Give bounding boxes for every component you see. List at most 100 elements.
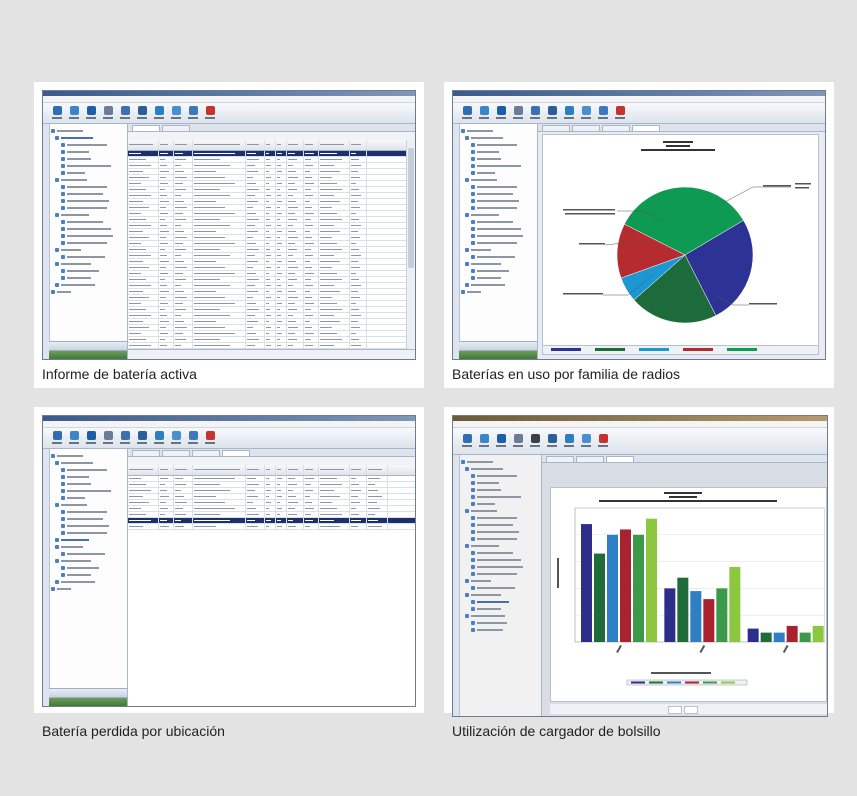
- grid-header-cell[interactable]: [304, 140, 319, 150]
- tree-node[interactable]: [51, 253, 125, 260]
- toolbar-button[interactable]: [119, 431, 131, 445]
- document-tab[interactable]: [192, 450, 220, 456]
- tree-node[interactable]: [461, 274, 535, 281]
- grid-header-cell[interactable]: [276, 140, 287, 150]
- toolbar-button[interactable]: [136, 431, 148, 445]
- tree-node[interactable]: [51, 239, 125, 246]
- toolbar-button[interactable]: [512, 434, 524, 448]
- tree-node[interactable]: [51, 522, 125, 529]
- tree-node[interactable]: [51, 564, 125, 571]
- tree-node[interactable]: [461, 197, 535, 204]
- page-nav-button[interactable]: [684, 706, 698, 714]
- tree-node[interactable]: [51, 288, 125, 295]
- grid-header-cell[interactable]: [174, 465, 193, 475]
- toolbar-button[interactable]: [170, 106, 182, 120]
- toolbar-button[interactable]: [85, 106, 97, 120]
- tree-node[interactable]: [51, 494, 125, 501]
- tree-node[interactable]: [51, 211, 125, 218]
- tree-node[interactable]: [461, 127, 535, 134]
- tree-node[interactable]: [461, 218, 535, 225]
- tree-node[interactable]: [461, 528, 539, 535]
- tree-node[interactable]: [51, 162, 125, 169]
- grid-header-cell[interactable]: [319, 140, 350, 150]
- tree-node[interactable]: [51, 232, 125, 239]
- tree-node[interactable]: [461, 493, 539, 500]
- toolbar-button[interactable]: [478, 106, 490, 120]
- grid-header-cell[interactable]: [287, 140, 304, 150]
- tree-node[interactable]: [461, 253, 535, 260]
- tree-node[interactable]: [51, 480, 125, 487]
- tree-node[interactable]: [51, 190, 125, 197]
- sidebar-vertical-tab[interactable]: [453, 455, 460, 716]
- tree-node[interactable]: [51, 218, 125, 225]
- grid-header-cell[interactable]: [246, 465, 265, 475]
- tree-node[interactable]: [51, 508, 125, 515]
- tree-node[interactable]: [461, 148, 535, 155]
- toolbar-button[interactable]: [580, 434, 592, 448]
- toolbar-button[interactable]: [119, 106, 131, 120]
- sidebar-nav-button[interactable]: [49, 697, 127, 706]
- tree-node[interactable]: [461, 239, 535, 246]
- toolbar-button[interactable]: [597, 106, 609, 120]
- sidebar-vertical-tab[interactable]: [43, 124, 50, 359]
- table-row[interactable]: [128, 524, 415, 530]
- tree-node[interactable]: [461, 267, 535, 274]
- sidebar-nav-button[interactable]: [49, 688, 127, 697]
- document-tab[interactable]: [542, 125, 570, 131]
- toolbar-button[interactable]: [85, 431, 97, 445]
- tree-node[interactable]: [51, 473, 125, 480]
- toolbar-button[interactable]: [563, 434, 575, 448]
- tree-node[interactable]: [461, 260, 535, 267]
- toolbar-button[interactable]: [580, 106, 592, 120]
- grid-header-cell[interactable]: [367, 465, 388, 475]
- toolbar-button[interactable]: [461, 106, 473, 120]
- toolbar-button[interactable]: [153, 106, 165, 120]
- tree-node[interactable]: [51, 571, 125, 578]
- sidebar-vertical-tab[interactable]: [453, 124, 460, 359]
- tree-node[interactable]: [461, 211, 535, 218]
- tree-node[interactable]: [461, 577, 539, 584]
- tree-node[interactable]: [51, 274, 125, 281]
- toolbar-button[interactable]: [546, 106, 558, 120]
- tree-node[interactable]: [51, 176, 125, 183]
- tree-node[interactable]: [461, 458, 539, 465]
- tree-node[interactable]: [461, 549, 539, 556]
- document-tab[interactable]: [632, 125, 660, 131]
- tree-node[interactable]: [461, 141, 535, 148]
- grid-header-cell[interactable]: [304, 465, 319, 475]
- tree-node[interactable]: [461, 584, 539, 591]
- toolbar-button[interactable]: [102, 431, 114, 445]
- toolbar-button[interactable]: [495, 106, 507, 120]
- tree-node[interactable]: [461, 626, 539, 633]
- tree-node[interactable]: [461, 183, 535, 190]
- document-tab[interactable]: [602, 125, 630, 131]
- vertical-scrollbar[interactable]: [406, 140, 415, 350]
- document-tab[interactable]: [606, 456, 634, 462]
- tree-node[interactable]: [51, 127, 125, 134]
- tree-node[interactable]: [51, 260, 125, 267]
- tree-node[interactable]: [51, 557, 125, 564]
- tree-node[interactable]: [461, 169, 535, 176]
- tree-node[interactable]: [461, 619, 539, 626]
- toolbar-button[interactable]: [102, 106, 114, 120]
- toolbar-button[interactable]: [597, 434, 609, 448]
- toolbar-button[interactable]: [546, 434, 558, 448]
- tree-node[interactable]: [461, 281, 535, 288]
- sidebar-vertical-tab[interactable]: [43, 449, 50, 706]
- tree-node[interactable]: [51, 466, 125, 473]
- tree-node[interactable]: [461, 507, 539, 514]
- tree-node[interactable]: [461, 563, 539, 570]
- sidebar-nav-button[interactable]: [49, 350, 127, 359]
- tree-node[interactable]: [51, 169, 125, 176]
- toolbar-button[interactable]: [563, 106, 575, 120]
- toolbar-button[interactable]: [68, 431, 80, 445]
- toolbar-button[interactable]: [461, 434, 473, 448]
- toolbar-button[interactable]: [187, 431, 199, 445]
- tree-node[interactable]: [461, 288, 535, 295]
- tree-node[interactable]: [461, 542, 539, 549]
- grid-header-cell[interactable]: [319, 465, 350, 475]
- tree-node[interactable]: [461, 190, 535, 197]
- tree-node[interactable]: [51, 536, 125, 543]
- tree-node[interactable]: [461, 176, 535, 183]
- tree-node[interactable]: [461, 246, 535, 253]
